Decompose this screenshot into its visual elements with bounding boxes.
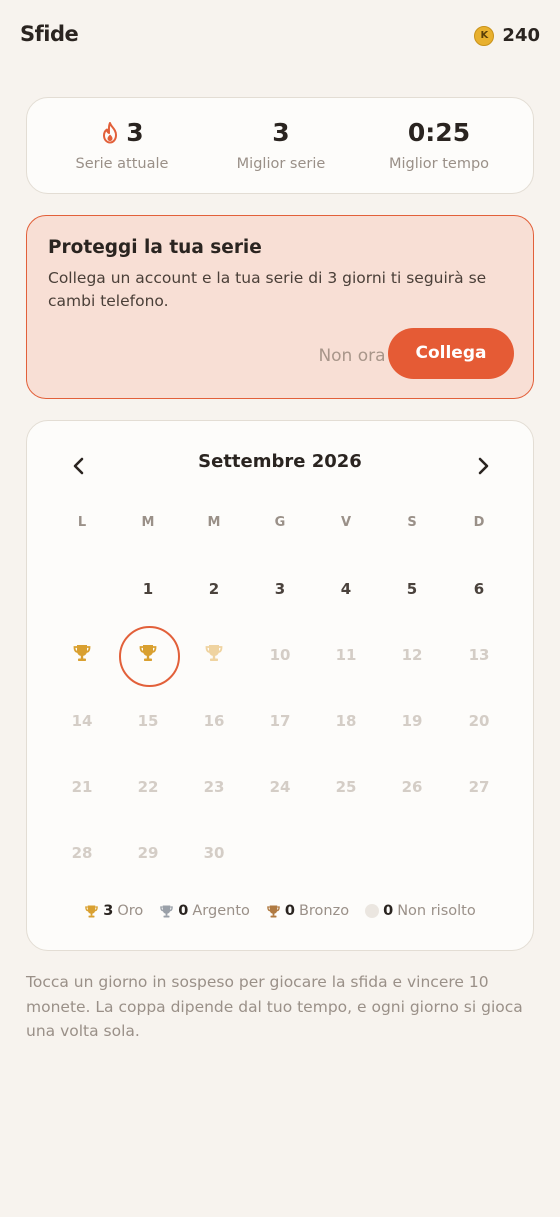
legend-label: Oro [117, 903, 144, 919]
stat-label: Miglior serie [236, 156, 326, 172]
stat-best-streak: 3 Miglior serie [201, 98, 361, 195]
calendar-day[interactable]: 2 [184, 559, 244, 619]
calendar-day: 28 [71, 844, 93, 862]
stats-card: 3 Serie attuale 3 Miglior serie 0:25 Mig… [26, 97, 534, 194]
trophy-icon [266, 904, 281, 919]
calendar-day: 12 [401, 646, 423, 664]
legend-count: 0 [178, 903, 189, 919]
stat-best-time: 0:25 Miglior tempo [359, 98, 519, 195]
trophy-icon [138, 643, 158, 667]
calendar-day: 25 [335, 778, 357, 796]
weekday-label: M [207, 515, 221, 530]
calendar-day: 17 [269, 712, 291, 730]
weekday-label: L [77, 515, 87, 530]
calendar-day: 10 [269, 646, 291, 664]
stat-value: 3 [272, 118, 290, 147]
trophy-icon [159, 904, 174, 919]
calendar-day: 29 [137, 844, 159, 862]
calendar-day: 23 [203, 778, 225, 796]
month-title: Settembre 2026 [198, 451, 362, 472]
next-month-button[interactable] [468, 451, 498, 481]
protect-streak-banner: Proteggi la tua serie Collega un account… [26, 215, 534, 399]
stat-value: 3 [126, 118, 144, 147]
calendar-day: 13 [468, 646, 490, 664]
trophy-icon [84, 904, 99, 919]
calendar-day: 18 [335, 712, 357, 730]
calendar-day: 19 [401, 712, 423, 730]
calendar-day[interactable]: 3 [250, 559, 310, 619]
legend-count: 0 [284, 903, 295, 919]
weekday-label: M [141, 515, 155, 530]
coin-icon: K [474, 25, 495, 46]
flame-icon [103, 121, 118, 143]
calendar-day[interactable]: 4 [316, 559, 376, 619]
stat-current-streak: 3 Serie attuale [42, 98, 202, 195]
calendar-day: 16 [203, 712, 225, 730]
calendar-day[interactable]: 6 [449, 559, 509, 619]
legend-label: Non risolto [397, 903, 476, 919]
calendar-day[interactable] [118, 625, 180, 687]
stat-label: Serie attuale [75, 156, 169, 172]
calendar-day[interactable] [52, 625, 112, 685]
calendar-day: 14 [71, 712, 93, 730]
header: Sfide K 240 [0, 0, 560, 72]
calendar-day: 22 [137, 778, 159, 796]
footer-hint: Tocca un giorno in sospeso per giocare l… [26, 973, 523, 1040]
legend-bronze: 0 Bronzo [266, 903, 349, 919]
weekday-label: S [407, 515, 417, 530]
calendar-day: 30 [203, 844, 225, 862]
stat-value: 0:25 [407, 118, 471, 147]
banner-title: Proteggi la tua serie [48, 237, 262, 258]
coin-count: 240 [502, 25, 540, 46]
calendar-day: 11 [335, 646, 357, 664]
calendar-day[interactable]: 1 [118, 559, 178, 619]
legend-gold: 3 Oro [84, 903, 143, 919]
legend-count: 3 [103, 903, 114, 919]
legend-count: 0 [383, 903, 394, 919]
calendar-day: 21 [71, 778, 93, 796]
calendar-day: 15 [137, 712, 159, 730]
calendar-day: 27 [468, 778, 490, 796]
legend-label: Argento [192, 903, 250, 919]
trophy-icon [204, 643, 224, 667]
calendar-day[interactable] [184, 625, 244, 685]
chevron-right-icon [478, 457, 489, 475]
calendar-day: 20 [468, 712, 490, 730]
calendar-day: 26 [401, 778, 423, 796]
unsolved-dot-icon [365, 904, 380, 918]
page-title: Sfide [20, 22, 79, 46]
weekday-label: V [340, 515, 352, 530]
calendar-card: Settembre 2026 LMMGVSD 1 2 3 4 5 6 10 11 12 13 14 1… [26, 420, 534, 951]
legend-silver: 0 Argento [159, 903, 250, 919]
legend-label: Bronzo [298, 903, 350, 919]
banner-text: Collega un account e la tua serie di 3 g… [48, 269, 487, 310]
legend-unsolved: 0 Non risolto [365, 903, 476, 919]
trophy-icon [72, 643, 92, 667]
calendar-day[interactable]: 5 [382, 559, 442, 619]
coin-balance[interactable]: K 240 [474, 25, 540, 46]
connect-button[interactable]: Collega [388, 328, 514, 379]
stat-label: Miglior tempo [388, 156, 490, 172]
weekday-label: G [274, 515, 286, 530]
calendar-day: 24 [269, 778, 291, 796]
trophy-legend: 3 Oro 0 Argento 0 Bronzo 0 Non risolto [27, 903, 533, 919]
weekday-label: D [473, 515, 485, 530]
